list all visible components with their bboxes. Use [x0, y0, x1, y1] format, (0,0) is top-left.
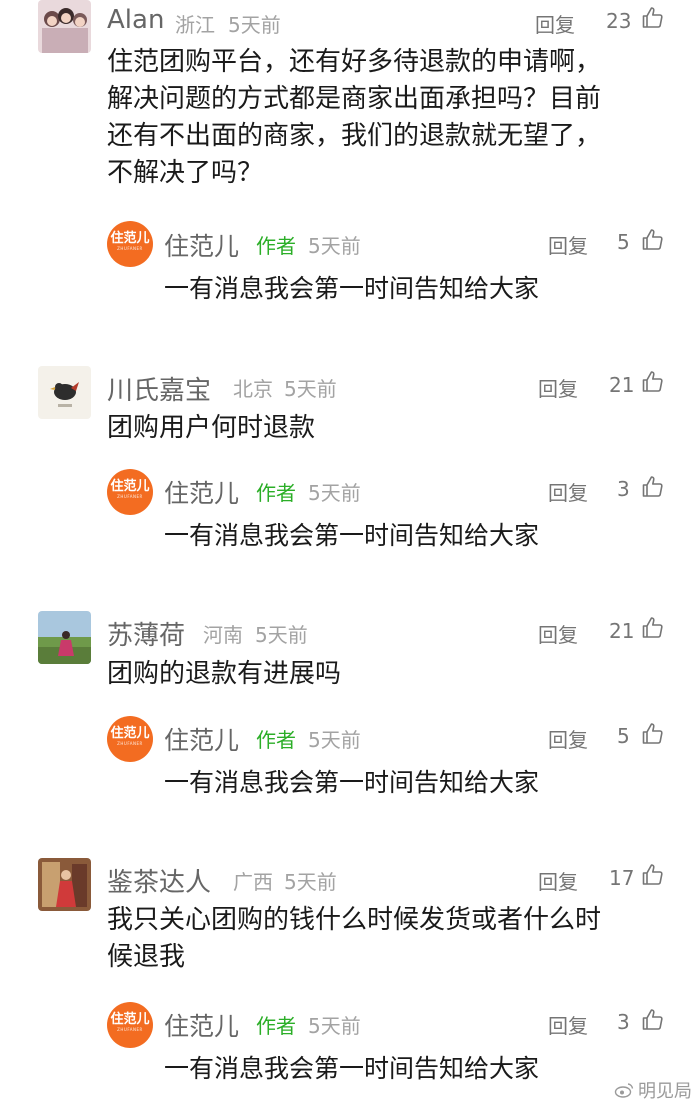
timestamp: 5天前 [228, 13, 281, 37]
thumbs-up-icon[interactable] [640, 6, 664, 30]
reply-text: 一有消息我会第一时间告知给大家 [164, 274, 540, 303]
reply-username[interactable]: 住范儿 [164, 1007, 239, 1043]
brand-logo-subtext: ZHUFANER [117, 246, 143, 251]
reply-text: 一有消息我会第一时间告知给大家 [164, 768, 540, 797]
comment-text-line: 还有不出面的商家，我们的退款就无望了， [107, 121, 602, 151]
author-badge: 作者 [256, 481, 296, 505]
reply-button[interactable]: 回复 [538, 619, 578, 648]
like-count: 3 [617, 1010, 630, 1034]
reply-button[interactable]: 回复 [535, 9, 575, 38]
comment-text-line: 不解决了吗？ [107, 158, 264, 188]
brand-logo-subtext: ZHUFANER [117, 494, 143, 499]
comment-text-line: 我只关心团购的钱什么时候发货或者什么时 [107, 905, 602, 935]
avatar[interactable] [38, 858, 91, 911]
comment-text-line: 解决问题的方式都是商家出面承担吗？目前 [107, 84, 602, 114]
reply-username[interactable]: 住范儿 [164, 721, 239, 757]
brand-avatar[interactable]: 住范儿 ZHUFANER [107, 221, 153, 267]
reply-username[interactable]: 住范儿 [164, 474, 239, 510]
thumbs-up-icon[interactable] [640, 1008, 664, 1032]
username[interactable]: 川氏嘉宝 [107, 370, 211, 407]
brand-logo-text: 住范儿 [110, 479, 150, 494]
reply-text: 一有消息我会第一时间告知给大家 [164, 521, 540, 550]
like-count: 5 [617, 230, 630, 254]
timestamp: 5天前 [308, 234, 361, 258]
region: 河南 [203, 623, 243, 647]
thumbs-up-icon[interactable] [640, 228, 664, 252]
thumbs-up-icon[interactable] [640, 863, 664, 887]
like-count: 3 [617, 477, 630, 501]
thumbs-up-icon[interactable] [640, 722, 664, 746]
brand-logo-subtext: ZHUFANER [117, 1027, 143, 1032]
person-photo-icon [38, 858, 91, 911]
reply-button[interactable]: 回复 [538, 373, 578, 402]
like-count: 23 [606, 9, 632, 33]
region: 北京 [233, 377, 273, 401]
timestamp: 5天前 [308, 1014, 361, 1038]
watermark: 明见局 [614, 1077, 692, 1103]
reply-button[interactable]: 回复 [548, 1010, 588, 1039]
timestamp: 5天前 [284, 870, 337, 894]
comment-text: 住范团购平台，还有好多待退款的申请啊， 解决问题的方式都是商家出面承担吗？目前 … [107, 44, 667, 192]
like-count: 5 [617, 724, 630, 748]
timestamp: 5天前 [255, 623, 308, 647]
author-badge: 作者 [256, 234, 296, 258]
username[interactable]: 苏薄荷 [107, 615, 185, 652]
avatar[interactable] [38, 366, 91, 419]
brand-avatar[interactable]: 住范儿 ZHUFANER [107, 469, 153, 515]
avatar[interactable] [38, 0, 91, 53]
comment-text: 团购的退款有进展吗 [107, 656, 667, 693]
comment-text-line: 住范团购平台，还有好多待退款的申请啊， [107, 47, 602, 77]
thumbs-up-icon[interactable] [640, 475, 664, 499]
landscape-photo-icon [38, 611, 91, 664]
thumbs-up-icon[interactable] [640, 370, 664, 394]
weibo-logo-icon [614, 1083, 634, 1098]
brand-logo-text: 住范儿 [110, 1012, 150, 1027]
comment-text-line: 团购的退款有进展吗 [107, 659, 342, 689]
reply-button[interactable]: 回复 [548, 230, 588, 259]
group-photo-icon [38, 0, 91, 53]
brand-logo-text: 住范儿 [110, 231, 150, 246]
avatar[interactable] [38, 611, 91, 664]
like-count: 21 [609, 619, 635, 643]
bird-logo-icon [38, 366, 91, 419]
like-count: 21 [609, 373, 635, 397]
reply-button[interactable]: 回复 [548, 724, 588, 753]
reply-button[interactable]: 回复 [538, 866, 578, 895]
reply-button[interactable]: 回复 [548, 477, 588, 506]
comment-text-line: 团购用户何时退款 [107, 413, 316, 443]
timestamp: 5天前 [284, 377, 337, 401]
like-count: 17 [609, 866, 635, 890]
reply-text: 一有消息我会第一时间告知给大家 [164, 1054, 540, 1083]
timestamp: 5天前 [308, 728, 361, 752]
username[interactable]: Alan [107, 5, 164, 35]
author-badge: 作者 [256, 1014, 296, 1038]
reply-username[interactable]: 住范儿 [164, 227, 239, 263]
brand-avatar[interactable]: 住范儿 ZHUFANER [107, 1002, 153, 1048]
comment-text: 团购用户何时退款 [107, 410, 667, 447]
comment-text-line: 候退我 [107, 942, 186, 972]
thumbs-up-icon[interactable] [640, 616, 664, 640]
username[interactable]: 鉴茶达人 [107, 862, 211, 899]
region: 广西 [233, 870, 273, 894]
brand-avatar[interactable]: 住范儿 ZHUFANER [107, 716, 153, 762]
brand-logo-text: 住范儿 [110, 726, 150, 741]
comment-text: 我只关心团购的钱什么时候发货或者什么时 候退我 [107, 902, 667, 976]
timestamp: 5天前 [308, 481, 361, 505]
watermark-text: 明见局 [638, 1081, 692, 1102]
brand-logo-subtext: ZHUFANER [117, 741, 143, 746]
region: 浙江 [175, 13, 215, 37]
author-badge: 作者 [256, 728, 296, 752]
